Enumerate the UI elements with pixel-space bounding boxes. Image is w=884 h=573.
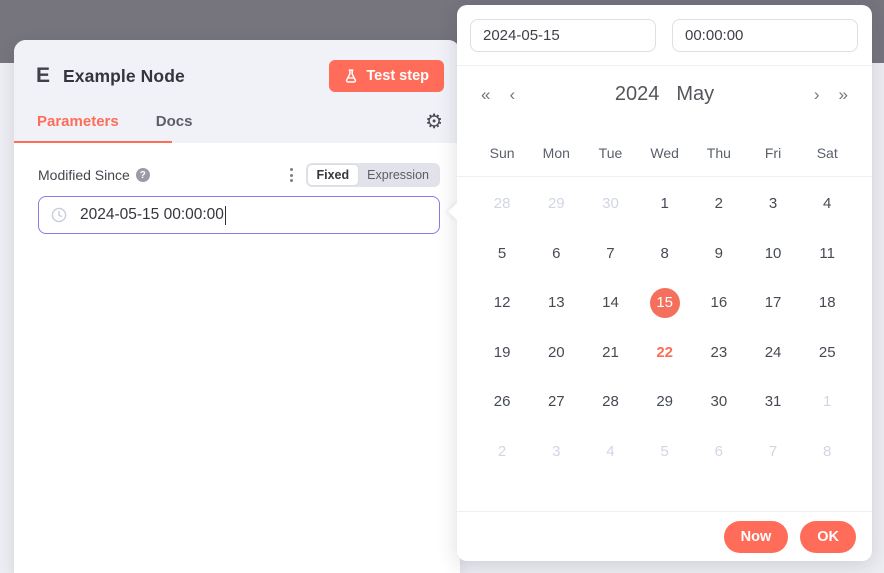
calendar-day[interactable]: 1 bbox=[800, 377, 854, 427]
calendar-day[interactable]: 27 bbox=[529, 377, 583, 427]
month-label[interactable]: May bbox=[676, 83, 714, 106]
node-tabs: Parameters Docs ⚙ bbox=[14, 99, 460, 143]
calendar-day[interactable]: 30 bbox=[692, 377, 746, 427]
calendar-day[interactable]: 8 bbox=[800, 427, 854, 477]
calendar-day[interactable]: 31 bbox=[746, 377, 800, 427]
calendar-day[interactable]: 24 bbox=[746, 328, 800, 378]
ok-button[interactable]: OK bbox=[800, 521, 856, 553]
divider bbox=[457, 176, 872, 177]
calendar-day[interactable]: 26 bbox=[475, 377, 529, 427]
node-detail-panel: E Example Node Test step Parameters Docs… bbox=[14, 40, 460, 573]
prev-year-icon[interactable]: « bbox=[479, 84, 492, 105]
calendar-day[interactable]: 21 bbox=[583, 328, 637, 378]
text-cursor bbox=[225, 206, 226, 225]
flask-icon bbox=[344, 69, 358, 84]
now-button[interactable]: Now bbox=[724, 521, 789, 553]
calendar-day[interactable]: 14 bbox=[583, 278, 637, 328]
calendar-day[interactable]: 4 bbox=[800, 179, 854, 229]
calendar-day[interactable]: 12 bbox=[475, 278, 529, 328]
calendar-day[interactable]: 29 bbox=[638, 377, 692, 427]
gear-icon[interactable]: ⚙ bbox=[425, 112, 443, 132]
calendar-day[interactable]: 13 bbox=[529, 278, 583, 328]
weekday-label: Wed bbox=[638, 145, 692, 161]
weekday-header-row: SunMonTueWedThuFriSat bbox=[457, 145, 872, 161]
calendar-day[interactable]: 8 bbox=[638, 229, 692, 279]
calendar-day[interactable]: 5 bbox=[638, 427, 692, 477]
divider bbox=[457, 65, 872, 66]
year-label[interactable]: 2024 bbox=[615, 83, 660, 106]
calendar-day[interactable]: 10 bbox=[746, 229, 800, 279]
calendar-day[interactable]: 3 bbox=[746, 179, 800, 229]
active-tab-underline bbox=[14, 141, 172, 143]
prev-month-icon[interactable]: ‹ bbox=[507, 84, 517, 105]
tab-docs[interactable]: Docs bbox=[156, 113, 193, 130]
calendar-day[interactable]: 30 bbox=[583, 179, 637, 229]
node-panel-header: E Example Node Test step Parameters Docs… bbox=[14, 40, 460, 143]
calendar-day[interactable]: 5 bbox=[475, 229, 529, 279]
weekday-label: Sun bbox=[475, 145, 529, 161]
calendar-day[interactable]: 17 bbox=[746, 278, 800, 328]
picker-time-input[interactable] bbox=[672, 19, 858, 52]
datetime-value: 2024-05-15 00:00:00 bbox=[80, 206, 224, 224]
picker-footer: Now OK bbox=[457, 511, 872, 561]
calendar-day[interactable]: 2 bbox=[692, 179, 746, 229]
weekday-label: Sat bbox=[800, 145, 854, 161]
calendar-day[interactable]: 22 bbox=[638, 328, 692, 378]
next-month-icon[interactable]: › bbox=[812, 84, 822, 105]
parameters-pane: Modified Since ? Fixed Expression 2024-0… bbox=[14, 143, 460, 234]
calendar-day[interactable]: 19 bbox=[475, 328, 529, 378]
calendar-day[interactable]: 7 bbox=[746, 427, 800, 477]
calendar-day[interactable]: 29 bbox=[529, 179, 583, 229]
date-picker-popover: « ‹ 2024 May › » SunMonTueWedThuFriSat 2… bbox=[457, 5, 872, 561]
calendar-day[interactable]: 6 bbox=[529, 229, 583, 279]
calendar-day[interactable]: 16 bbox=[692, 278, 746, 328]
calendar-day[interactable]: 18 bbox=[800, 278, 854, 328]
calendar-day[interactable]: 20 bbox=[529, 328, 583, 378]
calendar-day[interactable]: 3 bbox=[529, 427, 583, 477]
calendar-day[interactable]: 6 bbox=[692, 427, 746, 477]
calendar-grid: 2829301234567891011121314151617181920212… bbox=[457, 179, 872, 476]
test-step-label: Test step bbox=[366, 68, 429, 84]
weekday-label: Thu bbox=[692, 145, 746, 161]
help-icon[interactable]: ? bbox=[136, 168, 150, 182]
weekday-label: Fri bbox=[746, 145, 800, 161]
calendar-day[interactable]: 11 bbox=[800, 229, 854, 279]
calendar-day[interactable]: 25 bbox=[800, 328, 854, 378]
tab-parameters[interactable]: Parameters bbox=[37, 113, 119, 130]
parameter-label: Modified Since bbox=[38, 167, 130, 183]
calendar-day[interactable]: 7 bbox=[583, 229, 637, 279]
toggle-option-fixed[interactable]: Fixed bbox=[308, 165, 359, 185]
weekday-label: Tue bbox=[583, 145, 637, 161]
node-title: Example Node bbox=[63, 66, 185, 87]
test-step-button[interactable]: Test step bbox=[329, 60, 444, 92]
calendar-day[interactable]: 1 bbox=[638, 179, 692, 229]
calendar-day[interactable]: 9 bbox=[692, 229, 746, 279]
node-icon: E bbox=[36, 64, 50, 88]
clock-icon bbox=[51, 207, 67, 223]
calendar-day[interactable]: 28 bbox=[583, 377, 637, 427]
calendar-day[interactable]: 4 bbox=[583, 427, 637, 477]
calendar-day[interactable]: 23 bbox=[692, 328, 746, 378]
calendar-day[interactable]: 2 bbox=[475, 427, 529, 477]
toggle-option-expression[interactable]: Expression bbox=[358, 165, 438, 185]
datetime-input[interactable]: 2024-05-15 00:00:00 bbox=[38, 196, 440, 234]
next-year-icon[interactable]: » bbox=[837, 84, 850, 105]
weekday-label: Mon bbox=[529, 145, 583, 161]
calendar-day[interactable]: 28 bbox=[475, 179, 529, 229]
kebab-menu-icon[interactable] bbox=[287, 165, 296, 185]
fixed-expression-toggle: Fixed Expression bbox=[306, 163, 441, 187]
calendar-day[interactable]: 15 bbox=[638, 278, 692, 328]
picker-date-input[interactable] bbox=[470, 19, 656, 52]
